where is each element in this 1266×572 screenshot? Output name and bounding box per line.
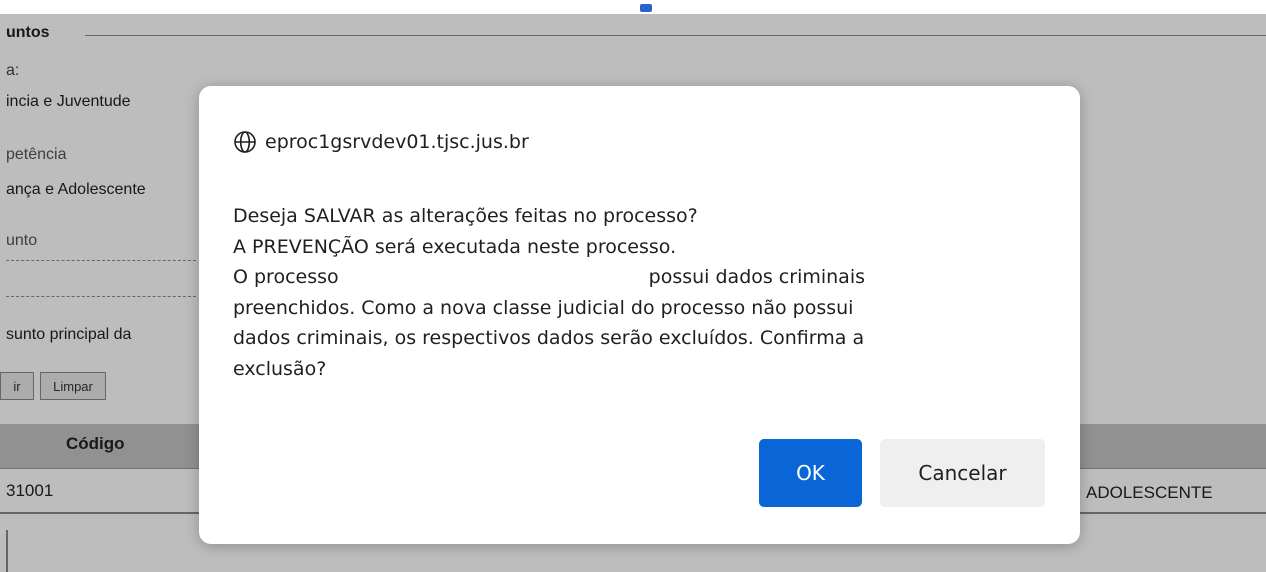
- ok-button[interactable]: OK: [759, 439, 862, 507]
- message-fragment: O processo: [233, 266, 339, 288]
- message-line: O processo possui dados criminais: [233, 262, 1033, 293]
- message-line: Deseja SALVAR as alterações feitas no pr…: [233, 205, 698, 227]
- globe-icon: [234, 131, 256, 153]
- message-line: exclusão?: [233, 357, 327, 380]
- confirm-dialog: eproc1gsrvdev01.tjsc.jus.br Deseja SALVA…: [199, 86, 1080, 544]
- message-fragment: possui dados criminais: [648, 266, 865, 288]
- dialog-message: Deseja SALVAR as alterações feitas no pr…: [233, 201, 1033, 384]
- message-line: preenchidos. Como a nova classe judicial…: [233, 296, 854, 319]
- top-marker-icon: [640, 4, 652, 12]
- message-line: dados criminais, os respectivos dados se…: [233, 327, 865, 349]
- dialog-origin: eproc1gsrvdev01.tjsc.jus.br: [233, 130, 529, 154]
- cancel-button[interactable]: Cancelar: [880, 439, 1045, 507]
- message-line: A PREVENÇÃO será executada neste process…: [233, 235, 677, 258]
- top-strip: [0, 0, 1266, 14]
- dialog-origin-text: eproc1gsrvdev01.tjsc.jus.br: [265, 131, 529, 153]
